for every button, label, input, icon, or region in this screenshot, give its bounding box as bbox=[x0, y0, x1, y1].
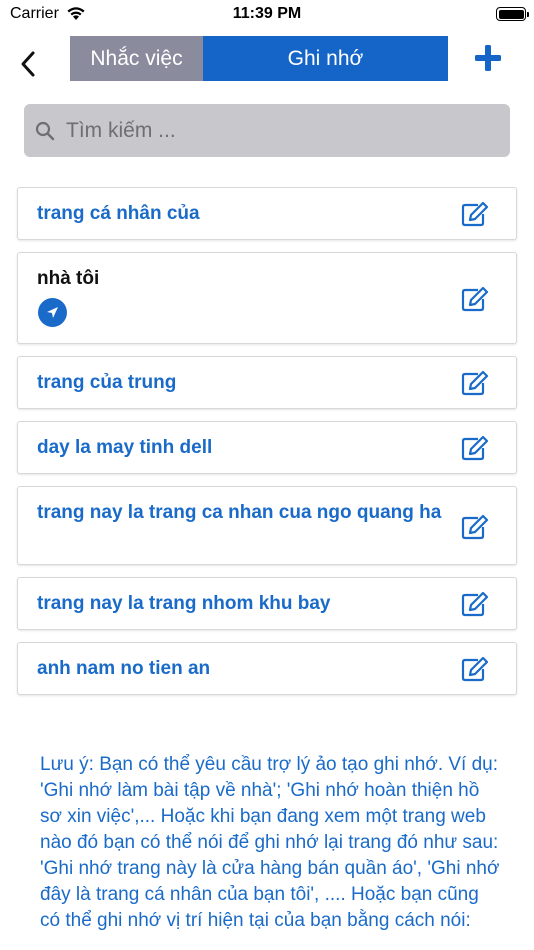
note-card[interactable]: day la may tinh dell bbox=[17, 421, 517, 474]
note-card[interactable]: trang nay la trang nhom khu bay bbox=[17, 577, 517, 630]
chevron-left-icon bbox=[21, 51, 35, 77]
tab-reminders[interactable]: Nhắc việc bbox=[70, 36, 203, 81]
edit-icon[interactable] bbox=[461, 514, 489, 540]
edit-icon[interactable] bbox=[461, 286, 489, 312]
note-title: anh nam no tien an bbox=[37, 658, 211, 679]
search-icon bbox=[35, 121, 55, 146]
tab-notes[interactable]: Ghi nhớ bbox=[203, 36, 448, 81]
note-title: trang nay la trang ca nhan cua ngo quang… bbox=[37, 502, 442, 523]
edit-icon[interactable] bbox=[461, 656, 489, 682]
plus-icon bbox=[475, 45, 501, 71]
segmented-control: Nhắc việc Ghi nhớ bbox=[70, 36, 448, 81]
edit-icon[interactable] bbox=[461, 201, 489, 227]
clock: 11:39 PM bbox=[232, 5, 302, 22]
search-bar[interactable] bbox=[24, 104, 510, 157]
status-bar: Carrier 11:39 PM bbox=[0, 0, 534, 30]
note-title: day la may tinh dell bbox=[37, 437, 213, 458]
add-note-button[interactable] bbox=[470, 40, 506, 76]
edit-icon[interactable] bbox=[461, 591, 489, 617]
note-card[interactable]: nhà tôi bbox=[17, 252, 517, 344]
back-button[interactable] bbox=[14, 45, 44, 81]
edit-icon[interactable] bbox=[461, 370, 489, 396]
location-arrow-icon bbox=[38, 298, 67, 327]
edit-icon[interactable] bbox=[461, 435, 489, 461]
search-input[interactable] bbox=[66, 104, 486, 157]
note-title: nhà tôi bbox=[37, 268, 100, 289]
hint-text: Lưu ý: Bạn có thể yêu cầu trợ lý ảo tạo … bbox=[40, 754, 500, 931]
note-title: trang nay la trang nhom khu bay bbox=[37, 593, 331, 614]
note-card[interactable]: trang nay la trang ca nhan cua ngo quang… bbox=[17, 486, 517, 565]
note-card[interactable]: trang cá nhân của bbox=[17, 187, 517, 240]
note-card[interactable]: trang của trung bbox=[17, 356, 517, 409]
note-title: trang của trung bbox=[37, 372, 177, 393]
battery-icon bbox=[496, 7, 529, 21]
note-card[interactable]: anh nam no tien an bbox=[17, 642, 517, 695]
note-title: trang cá nhân của bbox=[37, 203, 200, 224]
